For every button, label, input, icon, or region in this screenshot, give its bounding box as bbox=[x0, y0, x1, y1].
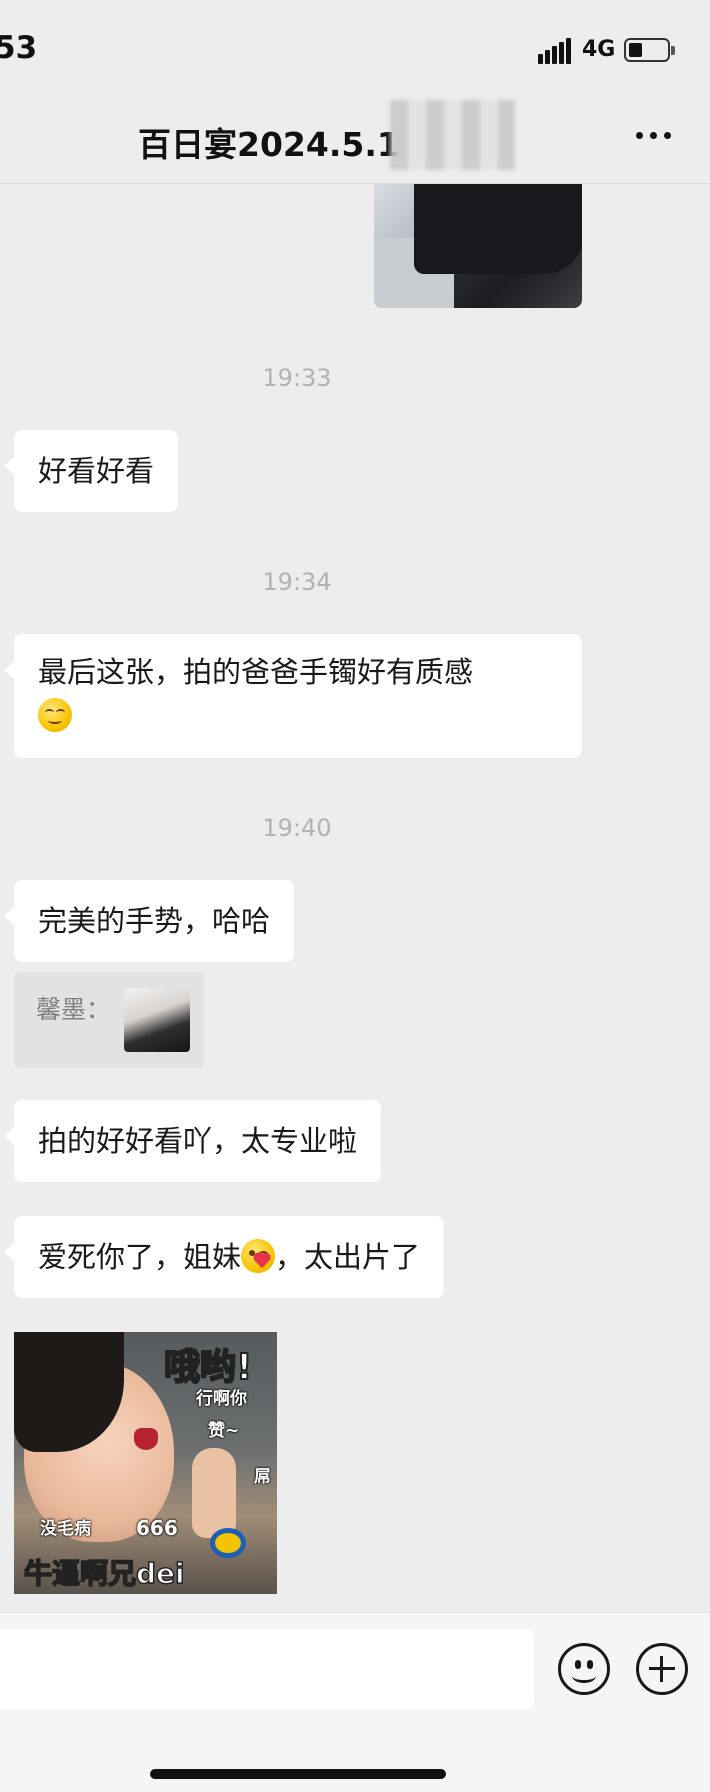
status-time: 53 bbox=[0, 30, 38, 66]
message-text: 爱死你了，姐妹 bbox=[38, 1240, 242, 1274]
message-input[interactable] bbox=[0, 1629, 534, 1709]
sticker-text: 牛逼啊兄dei bbox=[23, 1556, 185, 1591]
quote-sender: 馨墨： bbox=[36, 995, 112, 1024]
message-bubble[interactable]: 拍的好好看吖，太专业啦 bbox=[3, 1100, 382, 1182]
message-text: 最后这张，拍的爸爸手镯好有质感 bbox=[38, 655, 474, 689]
thumbs-up-icon bbox=[192, 1448, 236, 1538]
sticker-text: 屌 bbox=[254, 1467, 271, 1487]
message-text: ，太出片了 bbox=[275, 1240, 421, 1274]
signal-icon bbox=[538, 38, 572, 64]
status-bar: 53 4G bbox=[0, 0, 710, 90]
image-message[interactable] bbox=[374, 184, 582, 308]
timestamp: 19:34 bbox=[262, 568, 332, 596]
kiss-face-icon bbox=[241, 1239, 276, 1273]
quote-thumbnail bbox=[124, 988, 190, 1052]
input-bar bbox=[0, 1612, 710, 1792]
nav-bar: 百日宴2024.5.1 bbox=[0, 90, 710, 184]
sticker-text: 行啊你 bbox=[196, 1389, 247, 1409]
message-bubble[interactable]: 最后这张，拍的爸爸手镯好有质感 bbox=[4, 634, 582, 758]
message-bubble[interactable]: 好看好看 bbox=[3, 430, 179, 512]
sticker-text: 666 bbox=[136, 1516, 178, 1540]
message-text: 好看好看 bbox=[38, 454, 155, 488]
message-list[interactable]: 19:33 好看好看 19:34 最后这张，拍的爸爸手镯好有质感 19:40 完… bbox=[0, 184, 710, 1612]
message-bubble[interactable]: 完美的手势，哈哈 bbox=[3, 880, 295, 962]
relieved-face-icon bbox=[38, 698, 72, 732]
chat-title: 百日宴2024.5.1 bbox=[138, 125, 400, 164]
quoted-message[interactable]: 馨墨： bbox=[14, 972, 204, 1068]
message-text: 拍的好好看吖，太专业啦 bbox=[38, 1124, 358, 1158]
plus-icon[interactable] bbox=[636, 1643, 688, 1695]
timestamp: 19:33 bbox=[262, 364, 332, 392]
sticker-text: 赞~ bbox=[208, 1421, 240, 1441]
sticker-text: 没毛病 bbox=[40, 1519, 91, 1539]
sticker-text: 哦哟! bbox=[163, 1346, 253, 1389]
network-label: 4G bbox=[582, 37, 616, 62]
emoji-icon[interactable] bbox=[558, 1643, 610, 1695]
timestamp: 19:40 bbox=[262, 814, 332, 842]
battery-icon bbox=[624, 38, 675, 62]
more-options-icon[interactable] bbox=[632, 126, 676, 146]
message-bubble[interactable]: 爱死你了，姐妹 ，太出片了 bbox=[3, 1216, 445, 1298]
message-text: 完美的手势，哈哈 bbox=[38, 904, 271, 938]
title-blur-overlay bbox=[390, 100, 515, 170]
sticker-message[interactable]: 哦哟! 行啊你 赞~ 屌 没毛病 666 牛逼啊兄dei bbox=[14, 1332, 277, 1594]
home-indicator[interactable] bbox=[150, 1769, 446, 1779]
chat-screen: 53 4G 百日宴2024.5.1 19:33 好看好看 19:34 最后这张，… bbox=[0, 0, 710, 1792]
